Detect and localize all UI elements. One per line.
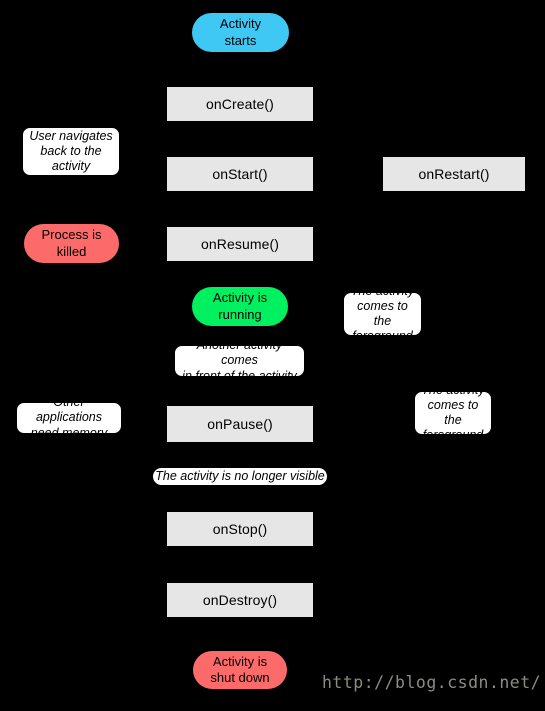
annotation-foreground-top-text: The activity comes to the foreground bbox=[349, 284, 416, 345]
annotation-other-apps-need-memory-line2: need memory bbox=[30, 425, 108, 440]
method-label-onstop: onStop() bbox=[212, 520, 268, 537]
method-label-ondestroy: onDestroy() bbox=[202, 591, 278, 608]
state-process-killed-text: Process is killed bbox=[42, 227, 102, 260]
annotation-other-apps-need-memory-line1: Other applications bbox=[35, 395, 102, 425]
annotation-user-navigates-back: User navigates back to the activity bbox=[22, 127, 120, 176]
annotation-another-activity-front-line2: in front of the activity bbox=[182, 368, 297, 383]
state-activity-shut-down-text: Activity is shut down bbox=[210, 654, 269, 687]
annotation-foreground-bottom-line1: The activity bbox=[421, 382, 485, 397]
state-activity-running-text: Activity is running bbox=[213, 290, 267, 323]
method-box-onresume[interactable]: onResume() bbox=[167, 227, 313, 261]
annotation-another-activity-front: Another activity comes in front of the a… bbox=[174, 338, 305, 383]
state-activity-shut-down-line2: shut down bbox=[210, 670, 270, 685]
annotation-foreground-top-line1: The activity bbox=[350, 283, 415, 298]
annotation-foreground-top-line3: foreground bbox=[352, 329, 413, 344]
state-activity-starts[interactable]: Activity starts bbox=[192, 13, 289, 52]
method-label-onresume: onResume() bbox=[200, 235, 280, 252]
annotation-foreground-bottom: The activity comes to the foreground bbox=[414, 383, 492, 442]
method-box-ondestroy[interactable]: onDestroy() bbox=[167, 583, 313, 617]
method-label-onrestart: onRestart() bbox=[418, 165, 490, 182]
state-process-killed-line1: Process is bbox=[41, 227, 102, 243]
annotation-foreground-bottom-text: The activity comes to the foreground bbox=[420, 383, 486, 444]
state-activity-running-line1: Activity is bbox=[212, 290, 268, 306]
method-box-onstop[interactable]: onStop() bbox=[167, 512, 313, 546]
annotation-another-activity-front-line1: Another activity comes bbox=[196, 338, 283, 368]
state-activity-running[interactable]: Activity is running bbox=[192, 287, 288, 326]
annotation-no-longer-visible: The activity is no longer visible bbox=[152, 467, 328, 486]
method-label-onpause: onPause() bbox=[207, 415, 273, 432]
watermark-url: http://blog.csdn.net/ bbox=[322, 673, 542, 692]
annotation-foreground-bottom-line2: comes to the bbox=[427, 397, 479, 427]
activity-lifecycle-diagram: Activity starts onCreate() User navigate… bbox=[0, 0, 545, 711]
annotation-user-navigates-back-text: User navigates back to the activity bbox=[29, 129, 112, 175]
method-box-oncreate[interactable]: onCreate() bbox=[167, 87, 313, 121]
annotation-foreground-top-line2: comes to the bbox=[357, 298, 408, 328]
method-box-onpause[interactable]: onPause() bbox=[167, 406, 313, 442]
annotation-another-activity-front-text: Another activity comes in front of the a… bbox=[180, 338, 299, 384]
state-activity-running-line2: running bbox=[218, 306, 262, 322]
method-box-onstart[interactable]: onStart() bbox=[167, 157, 313, 191]
state-activity-shut-down-line1: Activity is bbox=[212, 653, 268, 669]
state-process-killed-line2: killed bbox=[56, 243, 87, 259]
state-activity-shut-down[interactable]: Activity is shut down bbox=[193, 651, 287, 689]
annotation-foreground-top: The activity comes to the foreground bbox=[343, 284, 422, 343]
annotation-user-navigates-back-line1: User navigates bbox=[29, 128, 113, 143]
method-box-onrestart[interactable]: onRestart() bbox=[383, 157, 525, 191]
state-process-killed[interactable]: Process is killed bbox=[24, 224, 119, 263]
annotation-user-navigates-back-line2: back to the bbox=[40, 143, 102, 158]
annotation-other-apps-need-memory-text: Other applications need memory bbox=[22, 395, 116, 441]
annotation-foreground-bottom-line3: foreground bbox=[422, 428, 484, 443]
annotation-other-apps-need-memory: Other applications need memory bbox=[16, 395, 122, 440]
method-label-onstart: onStart() bbox=[212, 165, 268, 182]
state-activity-starts-line2: starts bbox=[224, 32, 257, 48]
state-activity-starts-line1: Activity bbox=[219, 16, 262, 32]
method-label-oncreate: onCreate() bbox=[206, 95, 274, 112]
annotation-no-longer-visible-text: The activity is no longer visible bbox=[155, 468, 325, 483]
annotation-user-navigates-back-line3: activity bbox=[51, 159, 91, 174]
state-activity-starts-text: Activity starts bbox=[220, 16, 261, 49]
